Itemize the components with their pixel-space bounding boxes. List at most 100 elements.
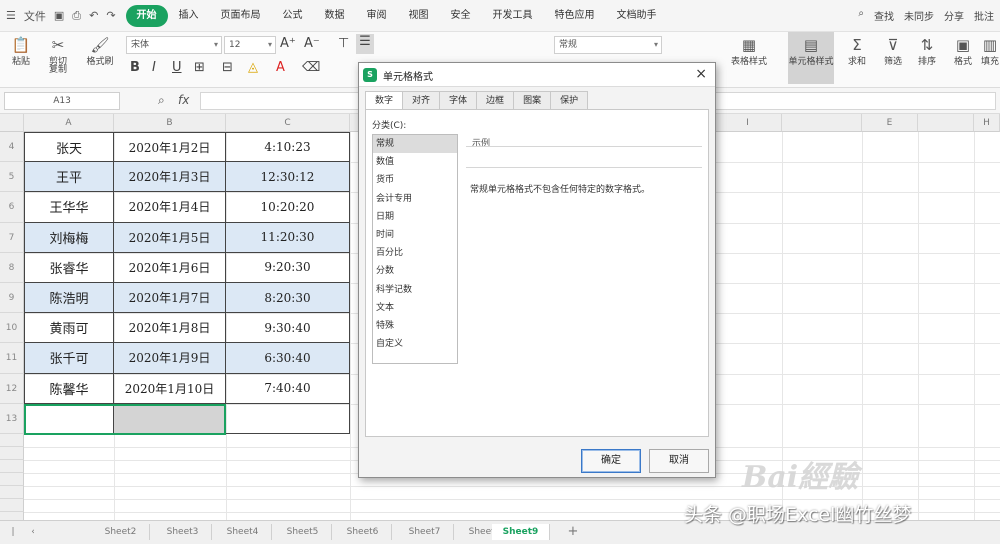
grid-corner[interactable]	[0, 114, 24, 132]
sheet-tab-0[interactable]: Sheet2	[92, 524, 150, 540]
font-size-select[interactable]: 12 ▾	[224, 36, 276, 54]
table-cell-date[interactable]: 2020年1月9日	[114, 343, 226, 374]
row-header[interactable]: 12	[0, 373, 24, 404]
tab-9[interactable]: 特色应用	[544, 5, 606, 27]
table-cell-name[interactable]: 陈浩明	[24, 283, 114, 314]
zoom-icon[interactable]: ⌕	[158, 93, 165, 108]
table-cell-time[interactable]: 10:20:20	[226, 192, 350, 223]
row-header[interactable]: 6	[0, 192, 24, 223]
table-cell-date[interactable]: 2020年1月4日	[114, 192, 226, 223]
dialog-tab-2[interactable]: 字体	[439, 91, 478, 109]
sheet-tab-1[interactable]: Sheet3	[154, 524, 212, 540]
row-header[interactable]	[0, 473, 24, 486]
redo-icon[interactable]: ↷	[106, 9, 115, 22]
table-style-button[interactable]: ▦ 表格样式	[726, 36, 772, 67]
file-menu[interactable]: 文件	[24, 8, 46, 24]
eraser-icon[interactable]: ⌫	[302, 60, 320, 75]
column-header[interactable]: H	[974, 114, 1000, 132]
column-header[interactable]: E	[862, 114, 918, 132]
close-icon[interactable]: ×	[695, 66, 707, 82]
row-header[interactable]: 9	[0, 283, 24, 314]
border-icon[interactable]: ⊞	[194, 60, 205, 75]
format-button[interactable]: ▣ 格式	[950, 36, 976, 67]
shrink-font-button[interactable]: A⁻	[304, 36, 320, 51]
tab-0[interactable]: 开始	[125, 4, 168, 27]
comment-button[interactable]: 批注	[974, 8, 994, 23]
fill-button[interactable]: ▥ 填充	[980, 36, 1000, 67]
merge-icon[interactable]: ⊟	[222, 60, 233, 75]
column-header[interactable]: B	[114, 114, 226, 132]
number-format-select[interactable]: 常规 ▾	[554, 36, 662, 54]
filter-button[interactable]: ⊽ 筛选	[880, 36, 906, 67]
category-item[interactable]: 货币	[373, 171, 457, 189]
table-cell-time[interactable]: 12:30:12	[226, 162, 350, 193]
sheet-tab-7[interactable]: Sheet9	[492, 524, 550, 540]
table-cell-time[interactable]: 9:20:30	[226, 252, 350, 283]
align-top-icon[interactable]: ⊤	[338, 36, 349, 51]
table-cell-empty[interactable]	[226, 403, 350, 434]
row-header[interactable]: 13	[0, 403, 24, 434]
table-cell-name[interactable]: 黄雨可	[24, 313, 114, 344]
row-header[interactable]: 10	[0, 313, 24, 344]
category-item[interactable]: 科学记数	[373, 281, 457, 299]
share-button[interactable]: 分享	[944, 8, 964, 23]
table-cell-name[interactable]: 张千可	[24, 343, 114, 374]
category-list[interactable]: 常规 数值 货币 会计专用 日期 时间 百分比 分数 科学记数 文本 特殊 自定义	[372, 134, 458, 364]
copy-button[interactable]: 复制	[40, 62, 76, 75]
dialog-tab-0[interactable]: 数字	[365, 91, 404, 110]
sum-button[interactable]: Σ 求和	[844, 36, 870, 67]
row-header[interactable]: 5	[0, 162, 24, 193]
table-cell-name[interactable]: 张睿华	[24, 252, 114, 283]
column-header[interactable]: C	[226, 114, 350, 132]
tab-7[interactable]: 安全	[440, 5, 482, 27]
cell-style-button[interactable]: ▤ 单元格样式	[788, 32, 834, 84]
tab-8[interactable]: 开发工具	[482, 5, 544, 27]
cancel-button[interactable]: 取消	[649, 449, 709, 473]
format-painter-button[interactable]: 🖌 格式刷	[84, 36, 116, 67]
search-label[interactable]: 查找	[874, 8, 894, 23]
table-cell-date[interactable]: 2020年1月10日	[114, 373, 226, 404]
row-header[interactable]	[0, 499, 24, 512]
tab-4[interactable]: 数据	[314, 5, 356, 27]
row-header[interactable]	[0, 486, 24, 499]
bold-button[interactable]: B	[130, 60, 140, 75]
table-cell-time[interactable]: 7:40:40	[226, 373, 350, 404]
category-item[interactable]: 日期	[373, 208, 457, 226]
tab-3[interactable]: 公式	[272, 5, 314, 27]
category-item[interactable]: 常规	[373, 135, 457, 154]
tab-6[interactable]: 视图	[398, 5, 440, 27]
italic-button[interactable]: I	[152, 60, 156, 75]
table-cell-time[interactable]: 9:30:40	[226, 313, 350, 344]
sheet-tab-5[interactable]: Sheet7	[396, 524, 454, 540]
fill-color-icon[interactable]: ◬	[248, 60, 258, 75]
table-cell-date[interactable]: 2020年1月3日	[114, 162, 226, 193]
sheet-tab-4[interactable]: Sheet6	[334, 524, 392, 540]
table-cell-date[interactable]: 2020年1月6日	[114, 252, 226, 283]
table-cell-date[interactable]: 2020年1月2日	[114, 132, 226, 163]
dialog-tab-5[interactable]: 保护	[550, 91, 589, 109]
ok-button[interactable]: 确定	[581, 449, 641, 473]
menu-icon[interactable]: ☰	[6, 9, 16, 22]
column-header[interactable]: I	[714, 114, 782, 132]
dialog-tab-4[interactable]: 图案	[513, 91, 552, 109]
tab-5[interactable]: 审阅	[356, 5, 398, 27]
sheet-tab-2[interactable]: Sheet4	[214, 524, 272, 540]
table-cell-time[interactable]: 4:10:23	[226, 132, 350, 163]
search-icon[interactable]: ⌕	[858, 8, 864, 23]
align-middle-icon[interactable]: ☰	[356, 34, 374, 54]
fx-icon[interactable]: fx	[178, 93, 189, 107]
table-cell-name[interactable]: 王华华	[24, 192, 114, 223]
save-icon[interactable]: ▣	[54, 9, 64, 22]
table-cell-time[interactable]: 8:20:30	[226, 283, 350, 314]
dialog-tab-3[interactable]: 边框	[476, 91, 515, 109]
category-item[interactable]: 自定义	[373, 335, 457, 353]
row-header[interactable]: 4	[0, 132, 24, 163]
font-color-icon[interactable]: A	[276, 60, 285, 75]
table-cell-date[interactable]: 2020年1月5日	[114, 222, 226, 253]
scroll-left-icon[interactable]: |	[6, 524, 20, 540]
table-cell-name[interactable]: 陈馨华	[24, 373, 114, 404]
table-cell-name[interactable]: 张天	[24, 132, 114, 163]
sync-status[interactable]: 未同步	[904, 8, 934, 23]
category-item[interactable]: 百分比	[373, 244, 457, 262]
prev-sheet-icon[interactable]: ‹	[26, 524, 40, 540]
